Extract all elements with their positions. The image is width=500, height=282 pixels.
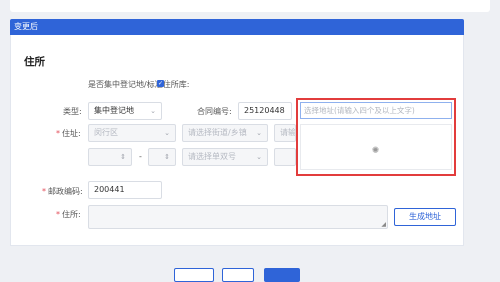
address-search-input[interactable]: 选择地址(请输入四个及以上文字)	[300, 102, 452, 119]
bottom-primary-button[interactable]	[264, 268, 300, 282]
residence-textarea[interactable]: ◢	[88, 205, 388, 229]
postal-code-input[interactable]: 200441	[88, 181, 162, 199]
number-input-2[interactable]: ⇕	[148, 148, 176, 166]
stepper-icon: ⇕	[164, 153, 170, 161]
contract-label: 合同编号:	[197, 107, 232, 116]
required-mark: *	[56, 129, 60, 138]
generate-address-button[interactable]: 生成地址	[394, 208, 456, 226]
previous-card	[10, 0, 490, 12]
postal-label: * 邮政编码:	[42, 187, 83, 196]
required-mark: *	[42, 187, 46, 196]
chevron-down-icon: ⌄	[256, 153, 262, 161]
chevron-down-icon: ⌄	[256, 129, 262, 137]
street-placeholder: 请选择街道/乡镇	[188, 128, 247, 137]
centralized-checkbox[interactable]: ✓	[157, 80, 164, 87]
after-change-banner: 变更后	[10, 19, 464, 35]
stepper-icon: ⇕	[120, 153, 126, 161]
dash-separator: -	[139, 152, 142, 161]
district-value: 闵行区	[94, 128, 118, 137]
bottom-button-1[interactable]	[174, 268, 214, 282]
bottom-button-2[interactable]	[222, 268, 254, 282]
contract-number-input[interactable]: 25120448	[238, 102, 292, 120]
street-select[interactable]: 请选择街道/乡镇 ⌄	[182, 124, 268, 142]
district-select[interactable]: 闵行区 ⌄	[88, 124, 176, 142]
extra-address-input[interactable]	[274, 148, 296, 166]
type-value: 集中登记地	[94, 106, 134, 115]
building-select[interactable]: 请选择单双号 ⌄	[182, 148, 268, 166]
section-title: 住所	[24, 56, 45, 68]
chevron-down-icon: ⌄	[164, 129, 170, 137]
chevron-down-icon: ⌄	[150, 107, 156, 115]
address-label: * 住址:	[56, 129, 81, 138]
required-mark: *	[56, 210, 60, 219]
type-select[interactable]: 集中登记地 ⌄	[88, 102, 162, 120]
resize-handle-icon[interactable]: ◢	[381, 221, 386, 228]
more-address-input[interactable]: 请输	[274, 124, 296, 142]
number-input-1[interactable]: ⇕	[88, 148, 132, 166]
residence-label: * 住所:	[56, 210, 81, 219]
centralized-label: 是否集中登记地/标准住所库:	[88, 80, 190, 89]
loading-spinner-icon: ✺	[371, 146, 380, 156]
type-label: 类型:	[63, 107, 82, 116]
building-placeholder: 请选择单双号	[188, 152, 236, 161]
